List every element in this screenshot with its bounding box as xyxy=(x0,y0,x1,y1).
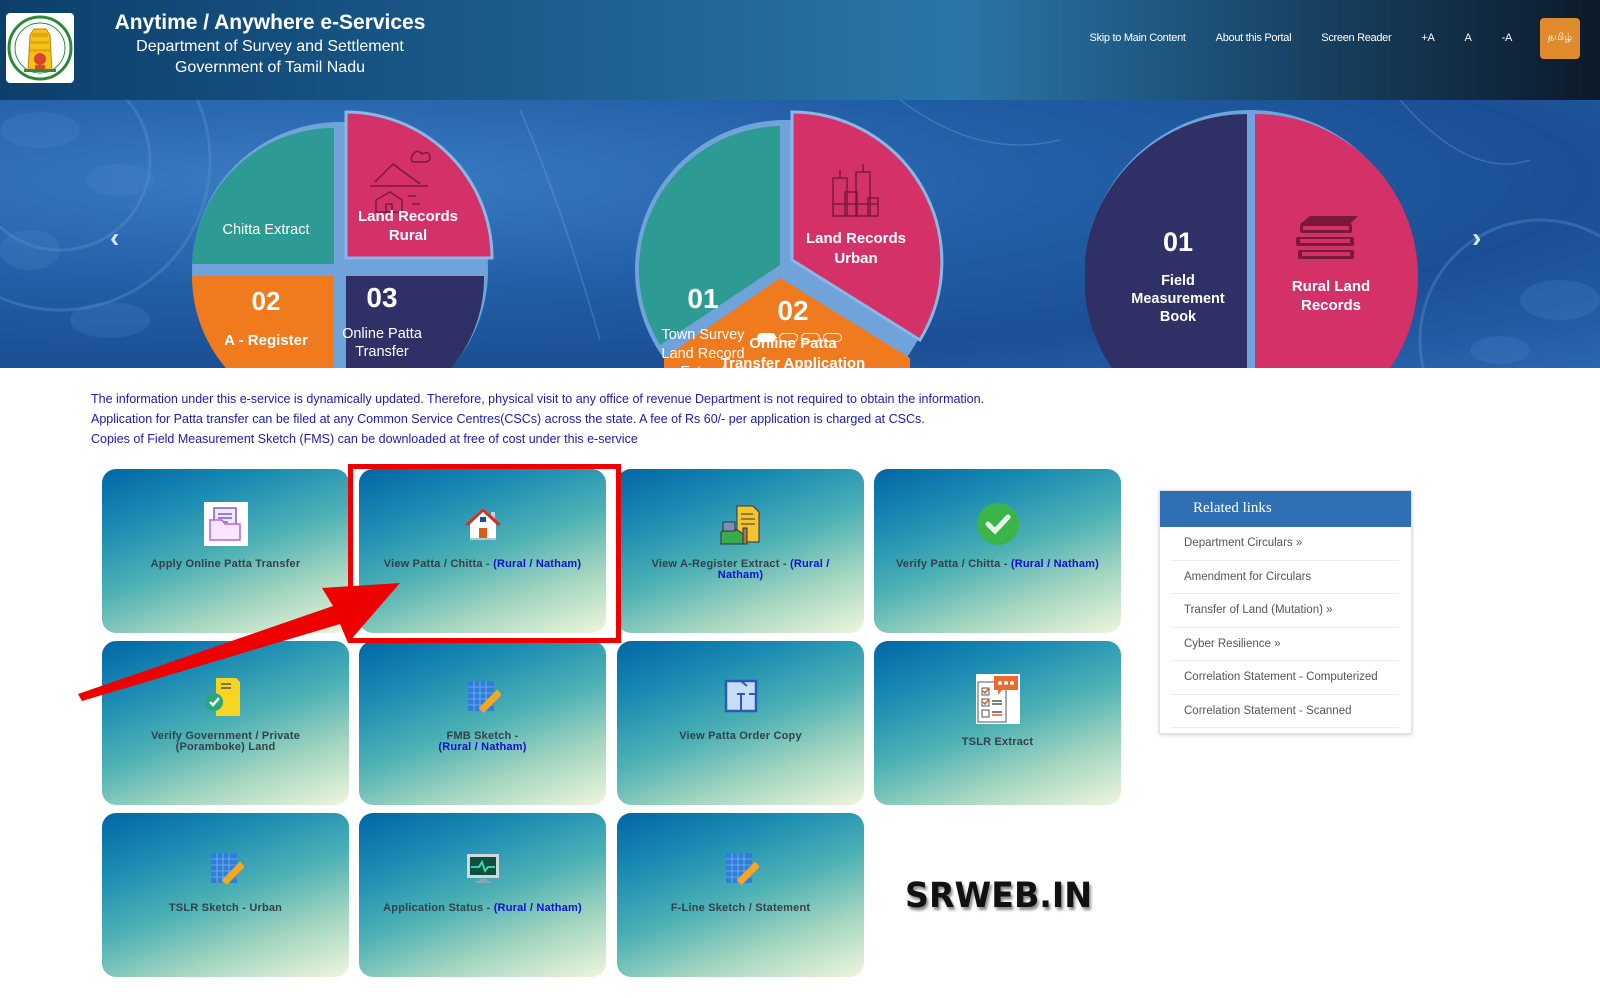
online-patta-number: 03 xyxy=(366,282,397,313)
tile-apply-online-patta-transfer[interactable]: Apply Online Patta Transfer xyxy=(102,469,349,633)
fmb-label-2: Measurement xyxy=(1131,291,1225,307)
online-patta-app-number: 02 xyxy=(777,295,808,326)
tile-view-a-register-extract[interactable]: View A-Register Extract - (Rural / Natha… xyxy=(617,469,864,633)
carousel-wheel-rural: Chitta Extract Land Records Rural 02 A -… xyxy=(192,110,494,368)
rural-land-records-label-1: Rural Land xyxy=(1292,278,1370,295)
online-patta-app-label-2: Transfer Application xyxy=(721,355,865,368)
land-records-urban-label-1: Land Records xyxy=(806,230,906,247)
carousel-indicator-1[interactable] xyxy=(757,333,776,342)
tile-label: View Patta Order Copy xyxy=(679,730,802,742)
a-register-number: 02 xyxy=(252,286,281,316)
checklist-chat-icon xyxy=(975,673,1021,725)
tile-label: TSLR Sketch - Urban xyxy=(168,902,283,914)
related-links-panel: Related links Department Circulars » Ame… xyxy=(1159,490,1412,734)
online-patta-label-1: Online Patta xyxy=(342,326,423,342)
land-records-rural-label-1: Land Records xyxy=(358,208,458,225)
top-navigation: Skip to Main Content About this Portal S… xyxy=(1060,17,1580,59)
title-block: Anytime / Anywhere e-Services Department… xyxy=(100,10,440,78)
village-document-icon xyxy=(718,501,764,547)
tile-verify-patta-chitta[interactable]: Verify Patta / Chitta - (Rural / Natham) xyxy=(874,469,1121,633)
related-link-correlation-scanned[interactable]: Correlation Statement - Scanned xyxy=(1172,695,1399,728)
government-name: Government of Tamil Nadu xyxy=(174,59,365,76)
rural-land-records-label-2: Records xyxy=(1301,297,1361,314)
related-link-correlation-computerized[interactable]: Correlation Statement - Computerized xyxy=(1172,661,1399,695)
carousel-prev-button[interactable]: ‹ xyxy=(110,222,119,254)
chevron-right-icon: › xyxy=(1472,222,1482,253)
carousel-next-button[interactable]: › xyxy=(1472,222,1481,254)
site-header: Anytime / Anywhere e-Services Department… xyxy=(0,0,1600,100)
tslr-label-3: Extract xyxy=(680,364,725,368)
floor-plan-icon xyxy=(718,673,764,719)
tile-view-patta-chitta[interactable]: View Patta / Chitta - (Rural / Natham) xyxy=(359,469,606,633)
grid-ruler-icon xyxy=(718,845,764,891)
related-link-transfer-of-land[interactable]: Transfer of Land (Mutation) » xyxy=(1172,594,1399,628)
tile-application-status[interactable]: Application Status - (Rural / Natham) xyxy=(359,813,606,977)
chitta-extract-segment[interactable] xyxy=(192,127,334,264)
increase-font-button[interactable]: +A xyxy=(1421,32,1434,44)
carousel-indicator-2[interactable] xyxy=(779,333,798,342)
service-information: The information under this e-service is … xyxy=(91,389,984,449)
fmb-label-3: Book xyxy=(1160,309,1197,325)
chitta-extract-label: Chitta Extract xyxy=(222,222,309,238)
chevron-left-icon: ‹ xyxy=(110,222,120,253)
grid-ruler-icon xyxy=(203,845,249,891)
info-line-fms-free: Copies of Field Measurement Sketch (FMS)… xyxy=(91,432,638,446)
tile-tslr-sketch-urban[interactable]: TSLR Sketch - Urban xyxy=(102,813,349,977)
grid-ruler-icon xyxy=(460,673,506,719)
carousel-indicators xyxy=(757,333,842,342)
tamil-nadu-emblem-icon[interactable] xyxy=(6,13,74,83)
watermark-text: SRWEB.IN xyxy=(905,876,1093,916)
carousel-indicator-3[interactable] xyxy=(801,333,820,342)
tile-label: View Patta / Chitta - (Rural / Natham) xyxy=(383,558,582,570)
monitor-pulse-icon xyxy=(460,845,506,891)
tile-view-patta-order-copy[interactable]: View Patta Order Copy xyxy=(617,641,864,805)
land-records-urban-label-2: Urban xyxy=(834,250,877,267)
related-link-department-circulars[interactable]: Department Circulars » xyxy=(1172,527,1399,561)
tile-label: Verify Government / Private (Poramboke) … xyxy=(150,730,301,753)
tile-label: Apply Online Patta Transfer xyxy=(150,558,301,570)
tile-label: FMB Sketch - (Rural / Natham) xyxy=(438,730,527,753)
tile-label: Verify Patta / Chitta - (Rural / Natham) xyxy=(896,558,1099,570)
books-icon xyxy=(1296,216,1358,259)
info-line-csc-fee: Application for Patta transfer can be fi… xyxy=(91,412,925,426)
verified-document-icon xyxy=(203,673,249,719)
tslr-label-1: Town Survey xyxy=(661,327,745,343)
services-carousel: ‹ › Chitta Extract Land Records Rural 02… xyxy=(0,100,1600,368)
fmb-label-1: Field xyxy=(1161,273,1195,289)
a-register-label: A - Register xyxy=(224,332,308,349)
online-patta-label-2: Transfer xyxy=(355,344,409,360)
tile-label: F-Line Sketch / Statement xyxy=(670,902,811,914)
normal-font-button[interactable]: A xyxy=(1465,32,1472,44)
check-circle-icon xyxy=(975,501,1021,547)
land-records-rural-label-2: Rural xyxy=(389,227,427,244)
related-link-amendment-circulars[interactable]: Amendment for Circulars xyxy=(1172,561,1399,594)
screen-reader-link[interactable]: Screen Reader xyxy=(1321,32,1391,44)
department-name: Department of Survey and Settlement xyxy=(136,38,404,55)
tile-label: Application Status - (Rural / Natham) xyxy=(383,902,582,914)
carousel-indicator-4[interactable] xyxy=(823,333,842,342)
related-link-cyber-resilience[interactable]: Cyber Resilience » xyxy=(1172,628,1399,661)
tile-tslr-extract[interactable]: TSLR Extract xyxy=(874,641,1121,805)
carousel-wheel-urban: 01 Town Survey Land Record Extract Land … xyxy=(635,110,944,368)
house-icon xyxy=(460,501,506,547)
tile-label: TSLR Extract xyxy=(961,736,1034,748)
tile-verify-poramboke-land[interactable]: Verify Government / Private (Poramboke) … xyxy=(102,641,349,805)
fmb-number: 01 xyxy=(1163,227,1193,257)
site-title: Anytime / Anywhere e-Services xyxy=(114,11,426,34)
about-portal-link[interactable]: About this Portal xyxy=(1216,32,1292,44)
carousel-wheel-fmb: 01 Field Measurement Book Rural Land Rec… xyxy=(1085,110,1418,368)
tile-f-line-sketch[interactable]: F-Line Sketch / Statement xyxy=(617,813,864,977)
related-links-list: Department Circulars » Amendment for Cir… xyxy=(1160,527,1411,728)
related-links-title: Related links xyxy=(1160,491,1411,527)
tile-label: View A-Register Extract - (Rural / Natha… xyxy=(651,558,830,581)
document-folder-icon xyxy=(203,501,249,547)
decrease-font-button[interactable]: -A xyxy=(1502,32,1513,44)
tslr-number: 01 xyxy=(687,283,718,314)
tile-fmb-sketch[interactable]: FMB Sketch - (Rural / Natham) xyxy=(359,641,606,805)
info-line-dynamic-update: The information under this e-service is … xyxy=(91,392,985,406)
tamil-language-button[interactable]: தமிழ் xyxy=(1540,17,1580,59)
skip-to-main-link[interactable]: Skip to Main Content xyxy=(1090,32,1186,44)
page: Anytime / Anywhere e-Services Department… xyxy=(0,0,1600,998)
